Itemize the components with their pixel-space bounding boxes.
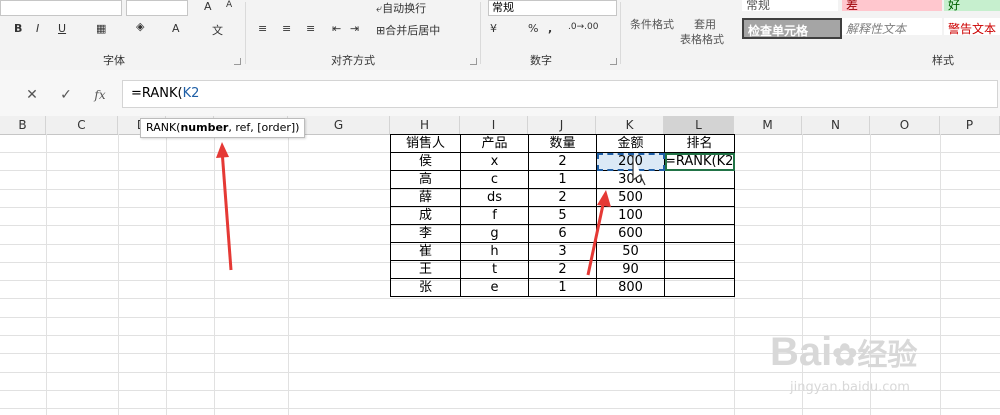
- paw-icon: ✿: [832, 339, 858, 372]
- watermark-brand2: 经验: [857, 339, 918, 372]
- arrow-to-cell: [586, 199, 606, 276]
- watermark-url: jingyan.baidu.com: [790, 380, 910, 395]
- arrow-to-tooltip: [220, 149, 233, 271]
- watermark-brand-text: Bai: [770, 330, 833, 374]
- cursor-icon: [632, 155, 646, 186]
- watermark-brand: Bai✿经验: [770, 330, 917, 375]
- arrow-head-cell: [597, 190, 611, 207]
- arrow-head-tooltip: [216, 142, 229, 158]
